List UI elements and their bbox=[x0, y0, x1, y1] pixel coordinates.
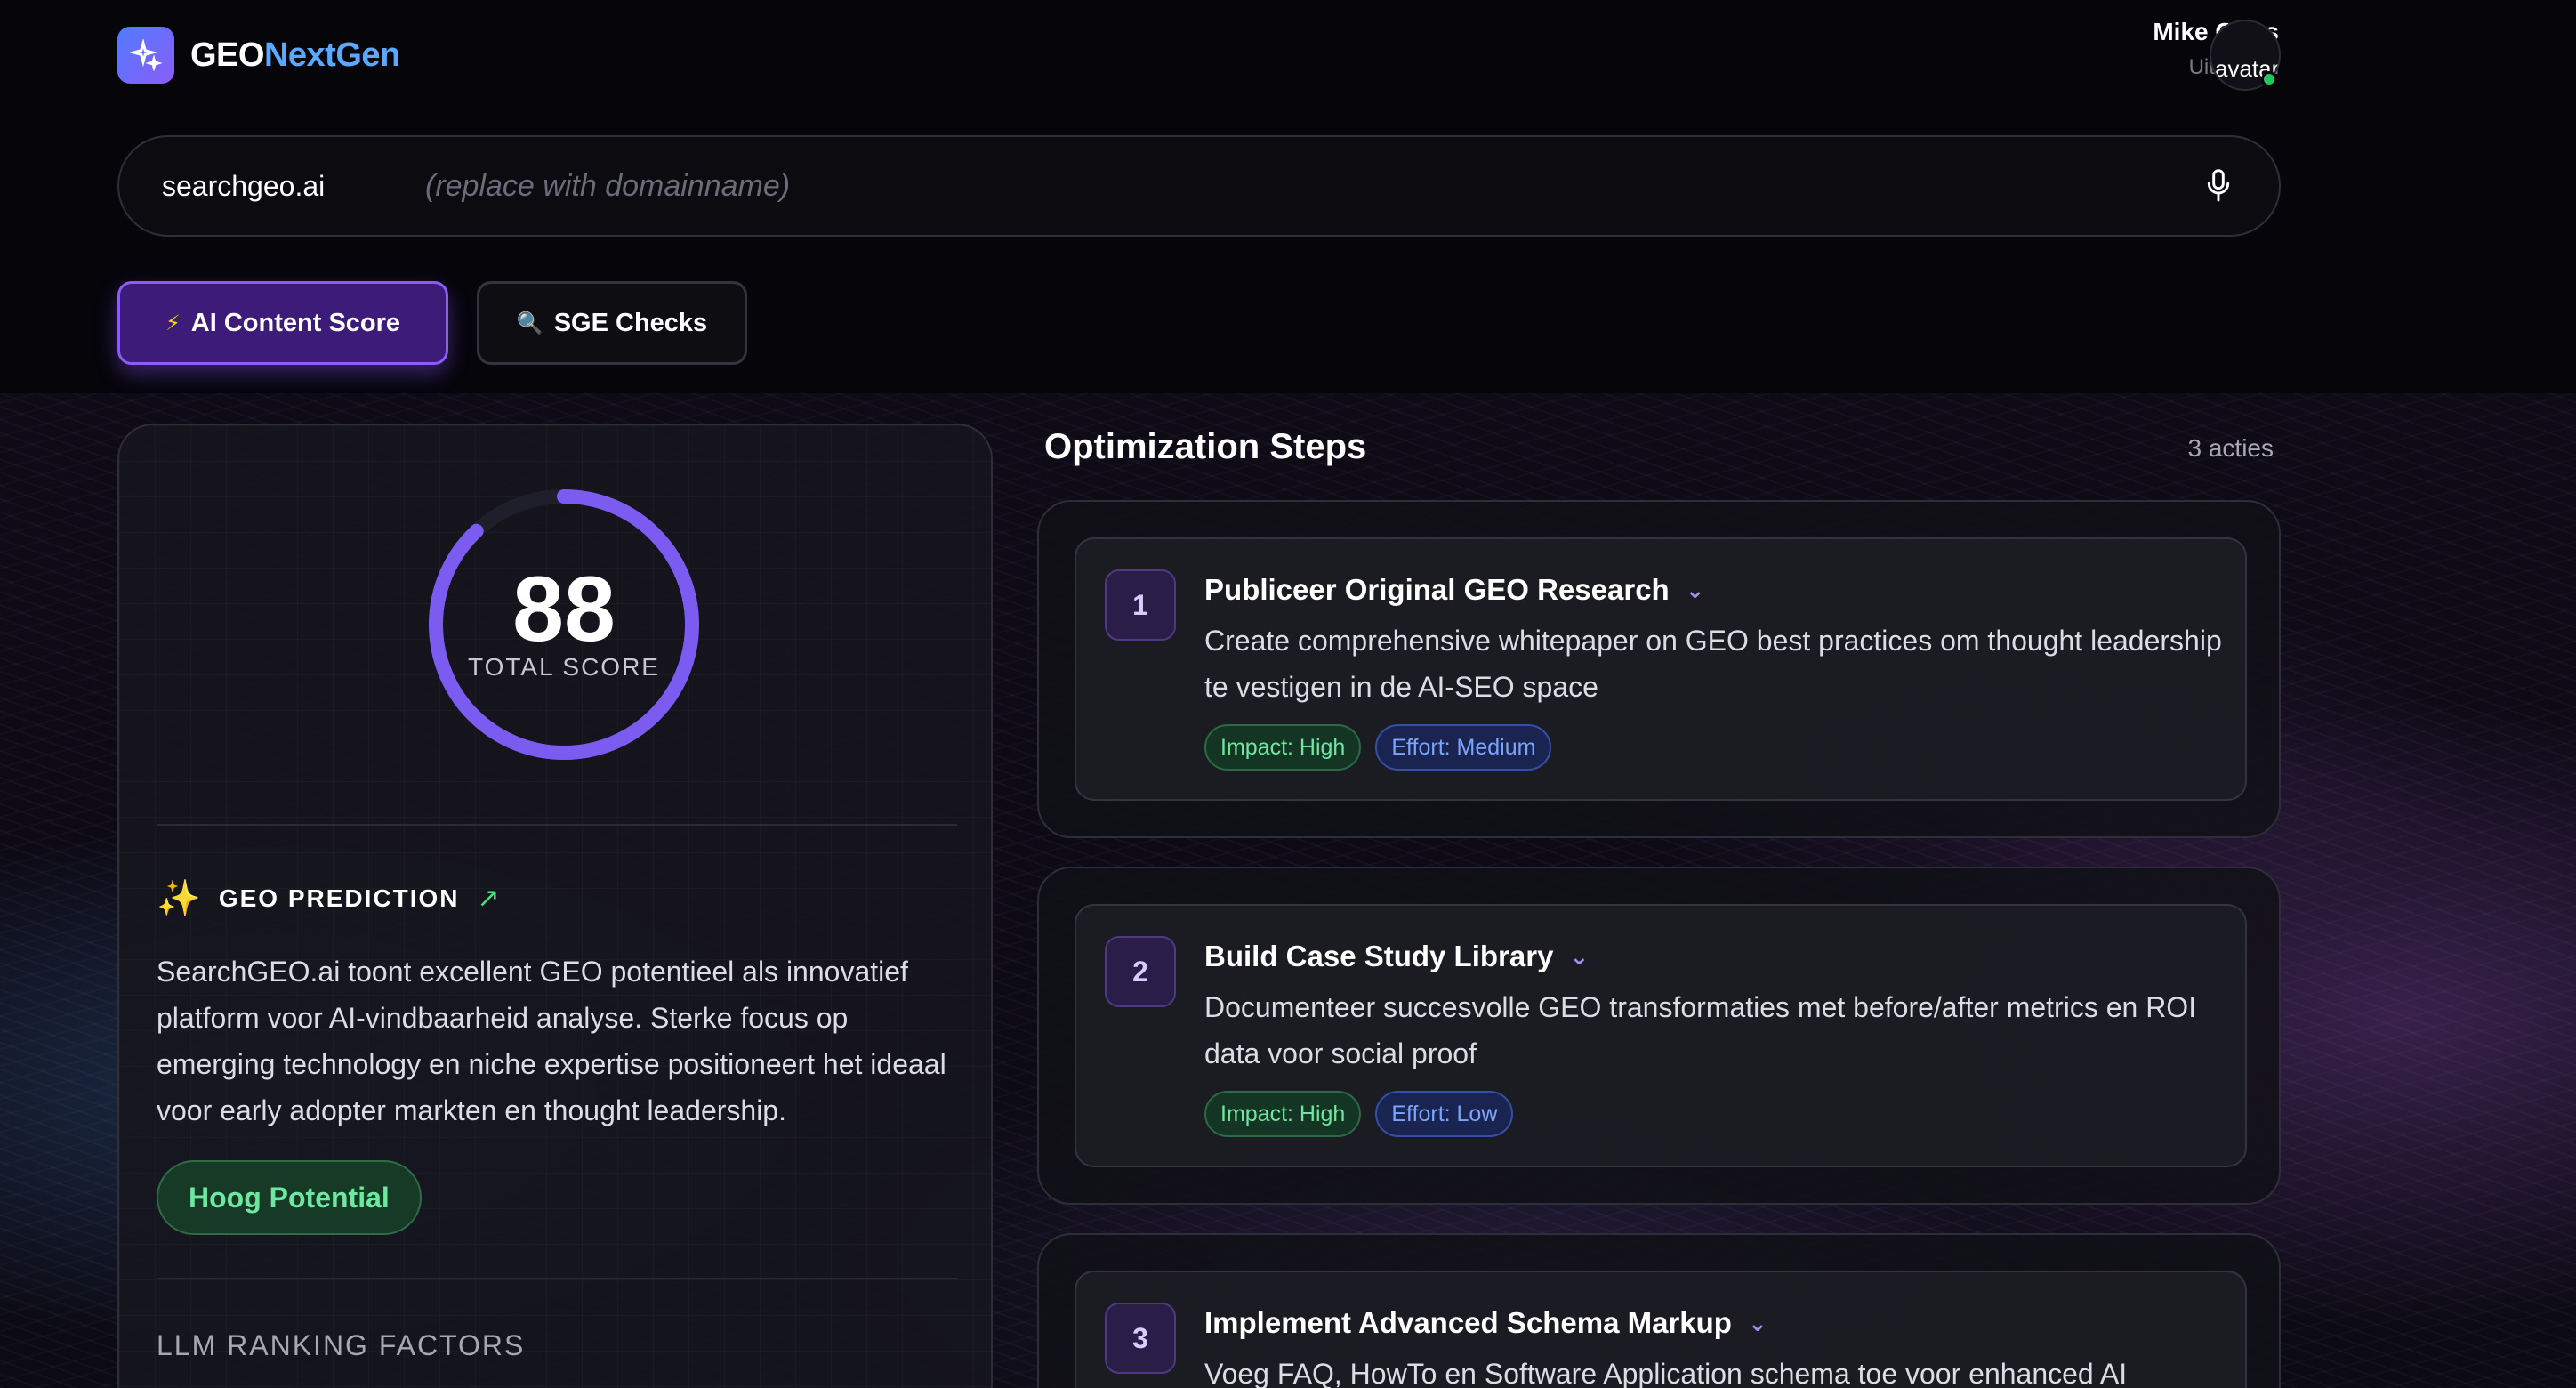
step-item[interactable]: 2 Build Case Study Library ⌄ Documenteer … bbox=[1075, 904, 2247, 1167]
effort-tag: Effort: Medium bbox=[1375, 724, 1552, 771]
score-card: 88 TOTAL SCORE ✨ GEO PREDICTION ↗ Search… bbox=[117, 424, 993, 1388]
tab-label: SGE Checks bbox=[553, 308, 708, 337]
step-description: Create comprehensive whitepaper on GEO b… bbox=[1204, 625, 2222, 703]
magnifier-icon: 🔍 bbox=[516, 311, 543, 335]
chevron-down-icon[interactable]: ⌄ bbox=[1569, 943, 1589, 971]
chevron-down-icon[interactable]: ⌄ bbox=[1686, 577, 1705, 604]
app: GEONextGen Mike Gries Uitloggen avatar s… bbox=[0, 0, 2576, 1388]
lightning-icon: ⚡ bbox=[165, 311, 181, 335]
arrow-up-right-icon[interactable]: ↗ bbox=[478, 883, 500, 914]
step-title-text: Build Case Study Library bbox=[1204, 940, 1554, 972]
search-input-value[interactable]: searchgeo.ai bbox=[162, 170, 425, 203]
logo-text: GEONextGen bbox=[190, 36, 400, 75]
step-title-text: Publiceer Original GEO Research bbox=[1204, 573, 1670, 606]
total-score-value: 88 bbox=[512, 558, 616, 661]
sparkles-icon: ✨ bbox=[157, 879, 201, 918]
step-card: 2 Build Case Study Library ⌄ Documenteer … bbox=[1037, 867, 2281, 1205]
divider bbox=[157, 1278, 957, 1279]
total-score-label: TOTAL SCORE bbox=[468, 653, 660, 681]
domain-search-bar[interactable]: searchgeo.ai (replace with domainname) bbox=[117, 135, 2281, 237]
step-title[interactable]: Publiceer Original GEO Research ⌄ bbox=[1204, 573, 1705, 607]
step-title[interactable]: Build Case Study Library ⌄ bbox=[1204, 940, 1589, 973]
step-title[interactable]: Implement Advanced Schema Markup ⌄ bbox=[1204, 1306, 1767, 1340]
tab-label: AI Content Score bbox=[190, 308, 401, 337]
logo-text-geo: GEO bbox=[190, 36, 264, 74]
step-item[interactable]: 3 Implement Advanced Schema Markup ⌄ Voeg… bbox=[1075, 1271, 2247, 1388]
sparkle-icon bbox=[117, 27, 174, 84]
logo[interactable]: GEONextGen bbox=[117, 27, 400, 84]
llm-ranking-factors-title: LLM RANKING FACTORS bbox=[157, 1329, 526, 1361]
step-card: 3 Implement Advanced Schema Markup ⌄ Voeg… bbox=[1037, 1233, 2281, 1388]
step-item[interactable]: 1 Publiceer Original GEO Research ⌄ Creat… bbox=[1075, 537, 2247, 801]
impact-tag: Impact: High bbox=[1204, 1091, 1362, 1137]
step-number: 1 bbox=[1105, 569, 1176, 641]
tab-sge-checks[interactable]: 🔍 SGE Checks bbox=[477, 281, 747, 365]
step-number: 2 bbox=[1105, 936, 1176, 1007]
optimization-steps-title: Optimization Steps bbox=[1044, 427, 1367, 466]
step-number: 3 bbox=[1105, 1303, 1176, 1374]
chevron-down-icon[interactable]: ⌄ bbox=[1748, 1310, 1767, 1337]
online-status-dot bbox=[2261, 71, 2277, 87]
geo-prediction-title: GEO PREDICTION bbox=[218, 884, 460, 912]
step-description: Documenteer succesvolle GEO transformati… bbox=[1204, 991, 2197, 1069]
divider bbox=[157, 824, 957, 826]
tab-ai-content-score[interactable]: ⚡ AI Content Score bbox=[117, 281, 448, 365]
step-description: Voeg FAQ, HowTo en Software Application … bbox=[1204, 1358, 2128, 1388]
step-title-text: Implement Advanced Schema Markup bbox=[1204, 1306, 1732, 1339]
actions-count: 3 acties bbox=[2187, 434, 2274, 462]
logo-text-nextgen: NextGen bbox=[263, 36, 400, 74]
geo-prediction-text: SearchGEO.ai toont excellent GEO potenti… bbox=[157, 956, 946, 1126]
potential-badge: Hoog Potential bbox=[157, 1160, 422, 1235]
impact-tag: Impact: High bbox=[1204, 724, 1362, 771]
effort-tag: Effort: Low bbox=[1375, 1091, 1514, 1137]
search-placeholder: (replace with domainname) bbox=[425, 168, 791, 203]
microphone-icon[interactable] bbox=[2201, 168, 2236, 204]
step-card: 1 Publiceer Original GEO Research ⌄ Creat… bbox=[1037, 500, 2281, 838]
step-tags: Impact: High Effort: Medium bbox=[1204, 724, 1552, 771]
step-tags: Impact: High Effort: Low bbox=[1204, 1091, 1514, 1137]
geo-prediction-header: ✨ GEO PREDICTION ↗ bbox=[157, 877, 500, 919]
